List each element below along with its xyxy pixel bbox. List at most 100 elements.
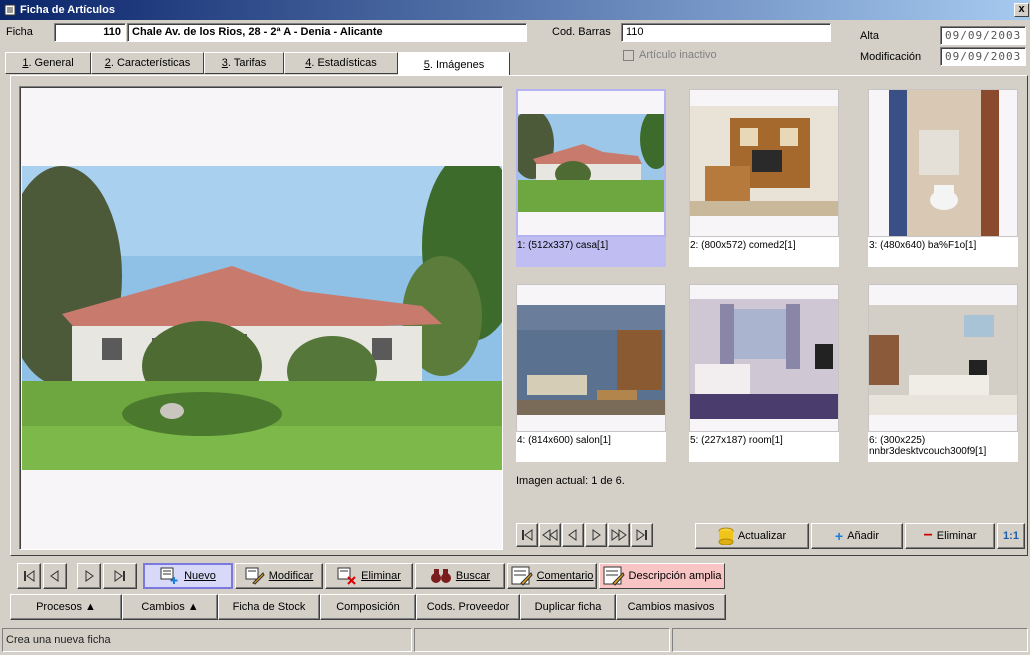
- window-title: Ficha de Artículos: [20, 4, 115, 16]
- ficha-stock-button[interactable]: Ficha de Stock: [218, 594, 320, 620]
- first-icon: [522, 529, 533, 541]
- record-first-button[interactable]: [17, 563, 41, 589]
- modify-label: Modificar: [268, 570, 314, 582]
- long-description-button[interactable]: Descripción amplia: [599, 563, 725, 589]
- modify-button[interactable]: Modificar: [235, 563, 323, 589]
- title-bar: Ficha de Artículos: [0, 0, 1030, 20]
- status-panel: [414, 628, 670, 652]
- inactive-label: Artículo inactivo: [639, 49, 717, 61]
- minus-icon: −: [923, 527, 933, 544]
- search-label: Buscar: [455, 570, 491, 582]
- barcode-label: Cod. Barras: [552, 26, 611, 38]
- database-icon: [718, 527, 734, 545]
- lounge-photo-icon: [869, 305, 1017, 415]
- prev-icon: [50, 570, 59, 582]
- living-room-photo-icon: [517, 305, 665, 415]
- ficha-name-field[interactable]: Chale Av. de los Rios, 28 - 2ª A - Denia…: [127, 23, 527, 42]
- alta-label: Alta: [860, 30, 879, 42]
- thumbnail-caption: 2: (800x572) comed2[1]: [689, 237, 839, 267]
- long-description-label: Descripción amplia: [628, 570, 722, 582]
- tab-estadisticas[interactable]: 4. Estadísticas: [284, 52, 398, 74]
- composicion-button[interactable]: Composición: [320, 594, 416, 620]
- record-prev-button[interactable]: [43, 563, 67, 589]
- delete-record-label: Eliminar: [361, 570, 401, 582]
- thumbnail-item[interactable]: 1: (512x337) casa[1]: [516, 89, 666, 267]
- add-label: Añadir: [847, 530, 879, 542]
- thumbnail-item[interactable]: 2: (800x572) comed2[1]: [689, 89, 839, 267]
- alta-date-field[interactable]: 09/09/2003: [940, 26, 1026, 45]
- main-house-image: [22, 166, 502, 470]
- duplicar-ficha-button[interactable]: Duplicar ficha: [520, 594, 616, 620]
- window-icon: [4, 4, 16, 16]
- gallery-next-button[interactable]: [585, 523, 607, 547]
- comment-button[interactable]: Comentario: [507, 563, 597, 589]
- cambios-button[interactable]: Cambios ▲: [122, 594, 218, 620]
- status-message: Crea una nueva ficha: [2, 628, 412, 652]
- thumbnail-item[interactable]: 5: (227x187) room[1]: [689, 284, 839, 462]
- note-icon: [511, 566, 533, 586]
- last-icon: [636, 529, 647, 541]
- binoculars-icon: [430, 569, 451, 583]
- thumbnail-item[interactable]: 6: (300x225) nnbr3desktvcouch300f9[1]: [868, 284, 1018, 462]
- search-button[interactable]: Buscar: [415, 563, 505, 589]
- status-panel: [672, 628, 1028, 652]
- thumbnail-caption: 6: (300x225) nnbr3desktvcouch300f9[1]: [868, 432, 1018, 462]
- bedroom-photo-icon: [690, 299, 838, 419]
- rewind-icon: [542, 529, 558, 541]
- record-next-button[interactable]: [77, 563, 101, 589]
- thumbnail-caption: 4: (814x600) salon[1]: [516, 432, 666, 462]
- modificacion-date-field[interactable]: 09/09/2003: [940, 47, 1026, 66]
- tab-imagenes[interactable]: 5. Imágenes: [398, 52, 510, 76]
- barcode-field[interactable]: 110: [621, 23, 831, 42]
- delete-label: Eliminar: [936, 530, 977, 542]
- record-last-button[interactable]: [103, 563, 137, 589]
- thumbnail-item[interactable]: 4: (814x600) salon[1]: [516, 284, 666, 462]
- inactive-checkbox[interactable]: [623, 50, 634, 61]
- procesos-button[interactable]: Procesos ▲: [10, 594, 122, 620]
- new-document-icon: [160, 567, 178, 584]
- gallery-last-button[interactable]: [631, 523, 653, 547]
- tab-tarifas[interactable]: 3. Tarifas: [204, 52, 284, 74]
- first-icon: [24, 570, 35, 582]
- bathroom-photo-icon: [889, 90, 999, 236]
- note-icon: [603, 566, 625, 586]
- gallery-rewind-button[interactable]: [539, 523, 561, 547]
- plus-icon: +: [835, 528, 844, 544]
- house-photo-icon: [518, 114, 664, 212]
- delete-record-button[interactable]: Eliminar: [325, 563, 413, 589]
- next-icon: [592, 529, 601, 541]
- close-button[interactable]: x: [1014, 3, 1029, 17]
- gallery-nav-bar: [516, 522, 684, 548]
- cambios-masivos-button[interactable]: Cambios masivos: [616, 594, 726, 620]
- ratio-label: 1:1: [1003, 530, 1019, 542]
- refresh-button[interactable]: Actualizar: [695, 523, 809, 549]
- gallery-forward-button[interactable]: [608, 523, 630, 547]
- next-icon: [85, 570, 94, 582]
- thumbnail-caption: 3: (480x640) ba%F1o[1]: [868, 237, 1018, 267]
- ficha-label: Ficha: [6, 26, 33, 38]
- current-image-text: Imagen actual: 1 de 6.: [516, 475, 625, 487]
- close-icon: x: [1018, 3, 1025, 15]
- gallery-first-button[interactable]: [516, 523, 538, 547]
- delete-document-icon: [337, 567, 356, 585]
- cods-proveedor-button[interactable]: Cods. Proveedor: [416, 594, 520, 620]
- refresh-label: Actualizar: [737, 530, 787, 542]
- modificacion-label: Modificación: [860, 51, 922, 63]
- main-image-preview[interactable]: [19, 86, 503, 550]
- delete-image-button[interactable]: − Eliminar: [905, 523, 995, 549]
- thumbnail-item[interactable]: 3: (480x640) ba%F1o[1]: [868, 89, 1018, 267]
- comment-label: Comentario: [536, 570, 594, 582]
- last-icon: [114, 570, 125, 582]
- new-label: Nuevo: [184, 570, 216, 582]
- ficha-code-field[interactable]: 110: [54, 23, 126, 42]
- prev-icon: [568, 529, 577, 541]
- fast-forward-icon: [611, 529, 627, 541]
- new-record-button[interactable]: Nuevo: [143, 563, 233, 589]
- ratio-button[interactable]: 1:1: [997, 523, 1025, 549]
- dining-room-photo-icon: [690, 106, 838, 216]
- gallery-prev-button[interactable]: [562, 523, 584, 547]
- thumbnail-caption: 1: (512x337) casa[1]: [516, 237, 666, 267]
- tab-caracteristicas[interactable]: 2. Características: [91, 52, 204, 74]
- add-image-button[interactable]: + Añadir: [811, 523, 903, 549]
- tab-general[interactable]: 1. General: [5, 52, 91, 74]
